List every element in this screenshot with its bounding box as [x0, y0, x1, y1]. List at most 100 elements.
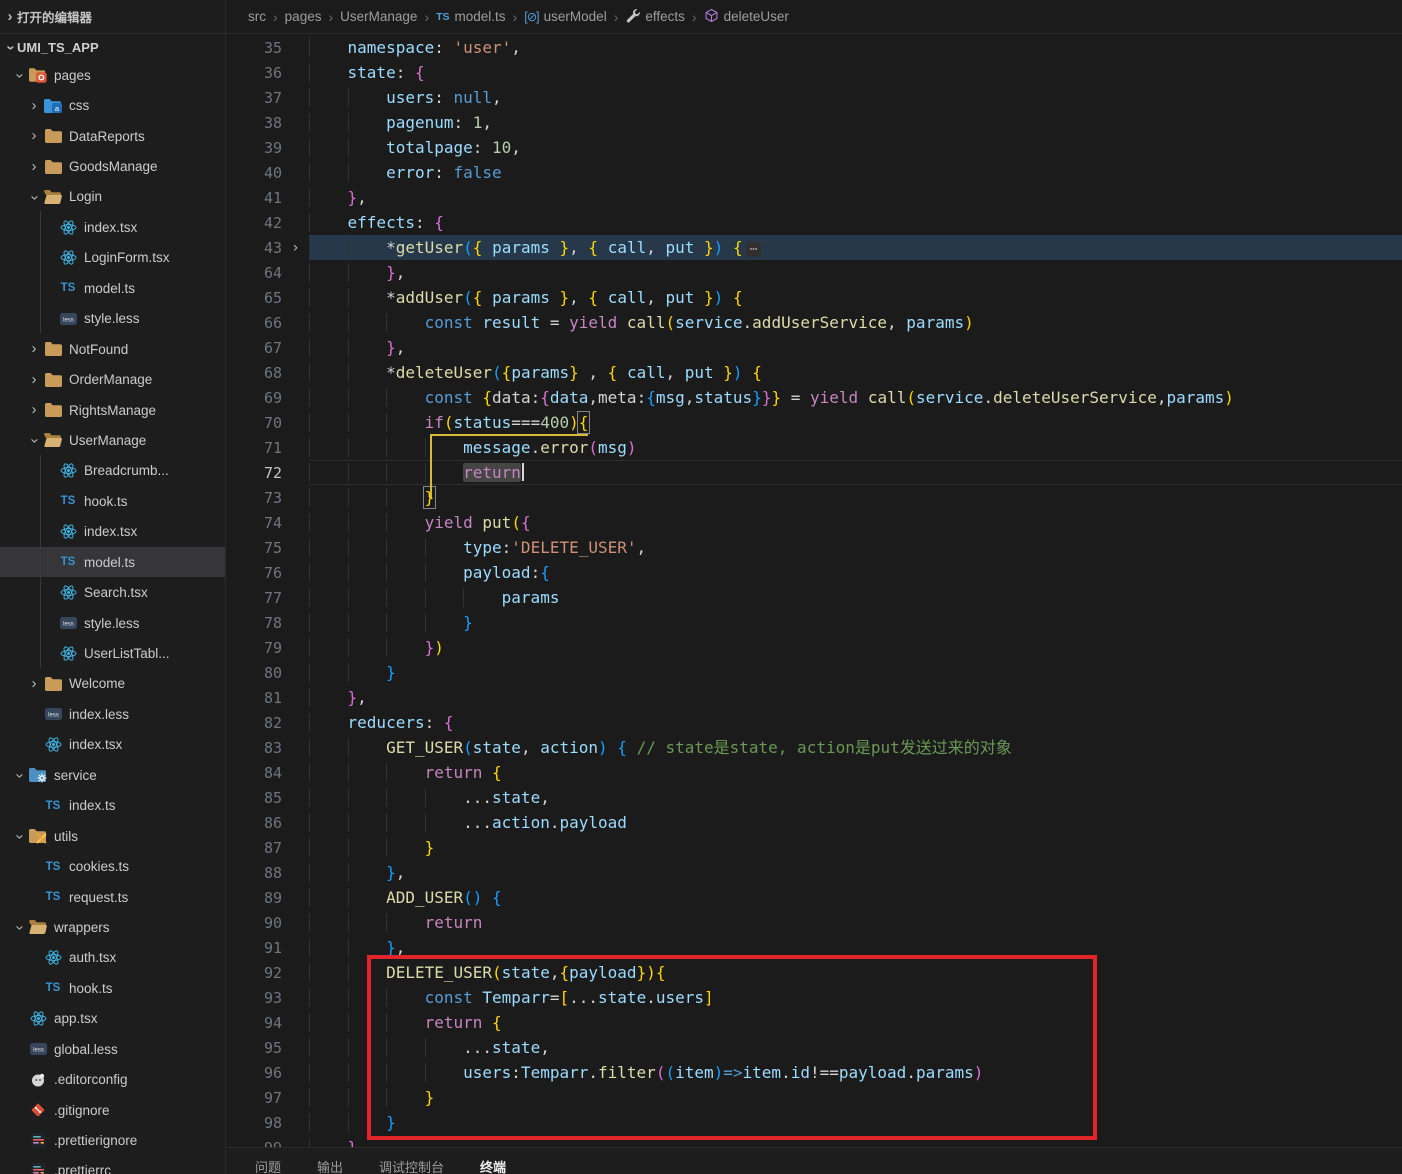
code-text[interactable]: },	[309, 935, 1402, 960]
tree-item-hook.ts[interactable]: ›TShook.ts	[0, 973, 225, 1003]
tree-item-.prettierignore[interactable]: ›.prettierignore	[0, 1125, 225, 1155]
code-text[interactable]: namespace: 'user',	[309, 35, 1402, 60]
tree-item-index.tsx[interactable]: ›index.tsx	[0, 517, 225, 547]
tree-item-UserListTabl...[interactable]: ›UserListTabl...	[0, 638, 225, 668]
breadcrumb-item-effects[interactable]: effects	[625, 8, 685, 26]
tree-item-Login[interactable]: › Login	[0, 182, 225, 212]
chevron-down-icon[interactable]: ›	[12, 769, 29, 783]
code-text[interactable]: },	[309, 860, 1402, 885]
tree-item-DataReports[interactable]: › DataReports	[0, 121, 225, 151]
code-text[interactable]: type:'DELETE_USER',	[309, 535, 1402, 560]
tree-item-cookies.ts[interactable]: ›TScookies.ts	[0, 851, 225, 881]
tree-item-.prettierrc[interactable]: ›.prettierrc	[0, 1156, 225, 1174]
chevron-right-icon[interactable]: ›	[27, 341, 41, 356]
chevron-down-icon[interactable]: ›	[27, 434, 44, 448]
chevron-down-icon[interactable]: ›	[12, 69, 29, 83]
code-text[interactable]: if(status===400){	[309, 410, 1402, 435]
code-text[interactable]: DELETE_USER(state,{payload}){	[309, 960, 1402, 985]
code-text[interactable]: GET_USER(state, action) { // state是state…	[309, 735, 1402, 760]
code-text[interactable]: },	[309, 185, 1402, 210]
tree-item-model.ts[interactable]: ›TSmodel.ts	[0, 547, 225, 578]
tree-item-index.less[interactable]: ›lessindex.less	[0, 699, 225, 729]
code-text[interactable]: return	[309, 460, 1402, 485]
panel-tab-[interactable]: 输出	[317, 1157, 343, 1174]
code-text[interactable]: error: false	[309, 160, 1402, 185]
breadcrumb-item-model.ts[interactable]: TS model.ts	[436, 9, 505, 24]
breadcrumb-item-UserManage[interactable]: UserManage	[340, 9, 417, 24]
chevron-down-icon[interactable]: ›	[12, 830, 29, 844]
breadcrumb-item-pages[interactable]: pages	[285, 9, 322, 24]
tree-item-style.less[interactable]: ›lessstyle.less	[0, 608, 225, 638]
code-text[interactable]: }	[309, 485, 1402, 510]
tree-item-index.tsx[interactable]: ›index.tsx	[0, 212, 225, 242]
code-text[interactable]: }	[309, 1110, 1402, 1135]
code-text[interactable]: payload:{	[309, 560, 1402, 585]
code-text[interactable]: })	[309, 635, 1402, 660]
code-text[interactable]: params	[309, 585, 1402, 610]
chevron-right-icon[interactable]: ›	[27, 98, 41, 113]
tree-item-index.ts[interactable]: ›TSindex.ts	[0, 791, 225, 821]
tree-item-UserManage[interactable]: › UserManage	[0, 425, 225, 455]
code-text[interactable]: totalpage: 10,	[309, 135, 1402, 160]
chevron-right-icon[interactable]: ›	[27, 676, 41, 691]
code-text[interactable]: }	[309, 610, 1402, 635]
tree-item-NotFound[interactable]: › NotFound	[0, 334, 225, 364]
panel-tab-[interactable]: 问题	[255, 1157, 281, 1174]
tree-item-RightsManage[interactable]: › RightsManage	[0, 395, 225, 425]
tree-item-.editorconfig[interactable]: ›.editorconfig	[0, 1064, 225, 1094]
chevron-right-icon[interactable]: ›	[27, 128, 41, 143]
breadcrumb-item-src[interactable]: src	[248, 9, 266, 24]
breadcrumb-item-deleteUser[interactable]: deleteUser	[704, 8, 789, 26]
tree-item-model.ts[interactable]: ›TSmodel.ts	[0, 273, 225, 303]
code-text[interactable]: *addUser({ params }, { call, put }) {	[309, 285, 1402, 310]
tree-item-auth.tsx[interactable]: ›auth.tsx	[0, 943, 225, 973]
chevron-right-icon[interactable]: ›	[27, 372, 41, 387]
chevron-right-icon[interactable]: ›	[27, 402, 41, 417]
code-text[interactable]: reducers: {	[309, 710, 1402, 735]
code-text[interactable]: users: null,	[309, 85, 1402, 110]
tree-item-OrderManage[interactable]: › OrderManage	[0, 364, 225, 394]
breadcrumb-item-userModel[interactable]: [⊘] userModel	[524, 9, 606, 24]
panel-tab-active[interactable]: 终端	[480, 1157, 506, 1174]
tree-item-service[interactable]: › service	[0, 760, 225, 790]
code-text[interactable]: ...state,	[309, 1035, 1402, 1060]
code-text[interactable]: *getUser({ params }, { call, put }) {⋯	[309, 235, 1402, 260]
code-text[interactable]: return {	[309, 760, 1402, 785]
code-editor[interactable]: 35 namespace: 'user', 36 state: {37 users…	[226, 34, 1402, 1148]
code-text[interactable]: yield put({	[309, 510, 1402, 535]
tree-item-Breadcrumb...[interactable]: ›Breadcrumb...	[0, 456, 225, 486]
code-text[interactable]: return	[309, 910, 1402, 935]
code-text[interactable]: },	[309, 335, 1402, 360]
code-text[interactable]: }	[309, 660, 1402, 685]
tree-item-Welcome[interactable]: › Welcome	[0, 669, 225, 699]
tree-item-wrappers[interactable]: › wrappers	[0, 912, 225, 942]
code-text[interactable]: pagenum: 1,	[309, 110, 1402, 135]
code-text[interactable]: }	[309, 1085, 1402, 1110]
tree-item-style.less[interactable]: ›lessstyle.less	[0, 304, 225, 334]
code-text[interactable]: return {	[309, 1010, 1402, 1035]
code-text[interactable]: const result = yield call(service.addUse…	[309, 310, 1402, 335]
tree-item-Search.tsx[interactable]: ›Search.tsx	[0, 577, 225, 607]
tree-item-GoodsManage[interactable]: › GoodsManage	[0, 151, 225, 181]
tree-item-css[interactable]: › a css	[0, 90, 225, 120]
tree-item-LoginForm.tsx[interactable]: ›LoginForm.tsx	[0, 243, 225, 273]
code-text[interactable]: state: {	[309, 60, 1402, 85]
tree-item-app.tsx[interactable]: ›app.tsx	[0, 1004, 225, 1034]
open-editors-section[interactable]: › 打开的编辑器	[0, 0, 225, 34]
code-text[interactable]: const {data:{data,meta:{msg,status}}} = …	[309, 385, 1402, 410]
code-text[interactable]: ...action.payload	[309, 810, 1402, 835]
workspace-root[interactable]: › UMI_TS_APP	[0, 34, 225, 60]
code-text[interactable]: const Temparr=[...state.users]	[309, 985, 1402, 1010]
tree-item-utils[interactable]: › utils	[0, 821, 225, 851]
code-text[interactable]: ...state,	[309, 785, 1402, 810]
tree-item-.gitignore[interactable]: ›.gitignore	[0, 1095, 225, 1125]
code-text[interactable]: },	[309, 685, 1402, 710]
code-text[interactable]: message.error(msg)	[309, 435, 1402, 460]
code-text[interactable]: }	[309, 835, 1402, 860]
chevron-down-icon[interactable]: ›	[12, 921, 29, 935]
code-text[interactable]: effects: {	[309, 210, 1402, 235]
tree-item-global.less[interactable]: ›lessglobal.less	[0, 1034, 225, 1064]
tree-item-index.tsx[interactable]: ›index.tsx	[0, 730, 225, 760]
tree-item-hook.ts[interactable]: ›TShook.ts	[0, 486, 225, 516]
code-text[interactable]: },	[309, 260, 1402, 285]
